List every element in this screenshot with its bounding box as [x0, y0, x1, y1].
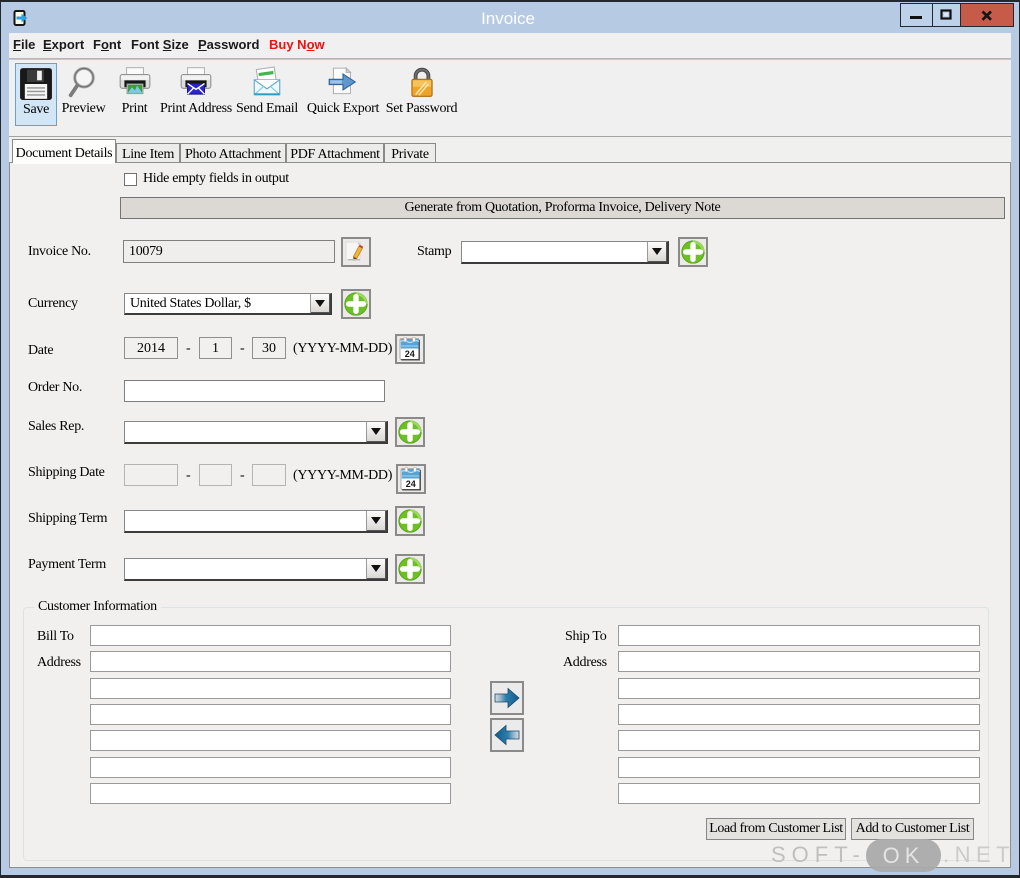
svg-text:24: 24	[405, 349, 415, 359]
svg-text:24: 24	[406, 479, 416, 489]
